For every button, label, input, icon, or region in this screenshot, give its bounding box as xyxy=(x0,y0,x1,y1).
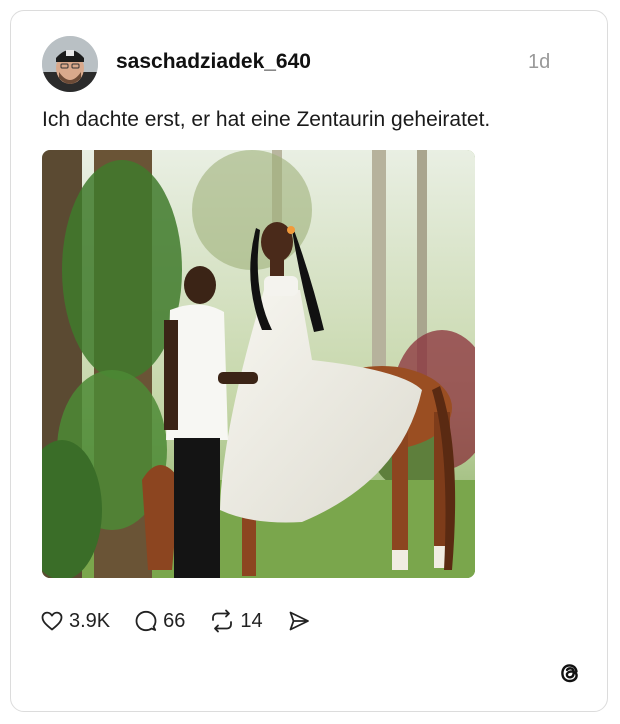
threads-logo-icon xyxy=(556,659,584,687)
like-button[interactable]: 3.9K xyxy=(40,609,110,633)
share-button[interactable] xyxy=(287,609,311,633)
repost-icon xyxy=(212,609,233,633)
repost-count: 14 xyxy=(240,609,263,632)
heart-icon xyxy=(41,611,63,631)
avatar-image xyxy=(42,36,98,92)
comment-count: 66 xyxy=(163,609,186,632)
repost-button[interactable]: 14 xyxy=(209,609,263,633)
avatar[interactable] xyxy=(42,36,98,92)
post-actions: 3.9K 66 14 xyxy=(40,606,335,636)
like-count: 3.9K xyxy=(69,609,111,632)
send-icon xyxy=(289,611,309,631)
post-image[interactable] xyxy=(42,150,475,578)
comment-button[interactable]: 66 xyxy=(134,609,185,633)
username-link[interactable]: saschadziadek_640 xyxy=(116,50,311,74)
comment-bubble-icon xyxy=(135,610,157,632)
wedding-photo xyxy=(42,150,475,578)
post-timestamp: 1d xyxy=(528,51,551,73)
post-text: Ich dachte erst, er hat eine Zentaurin g… xyxy=(42,108,491,131)
